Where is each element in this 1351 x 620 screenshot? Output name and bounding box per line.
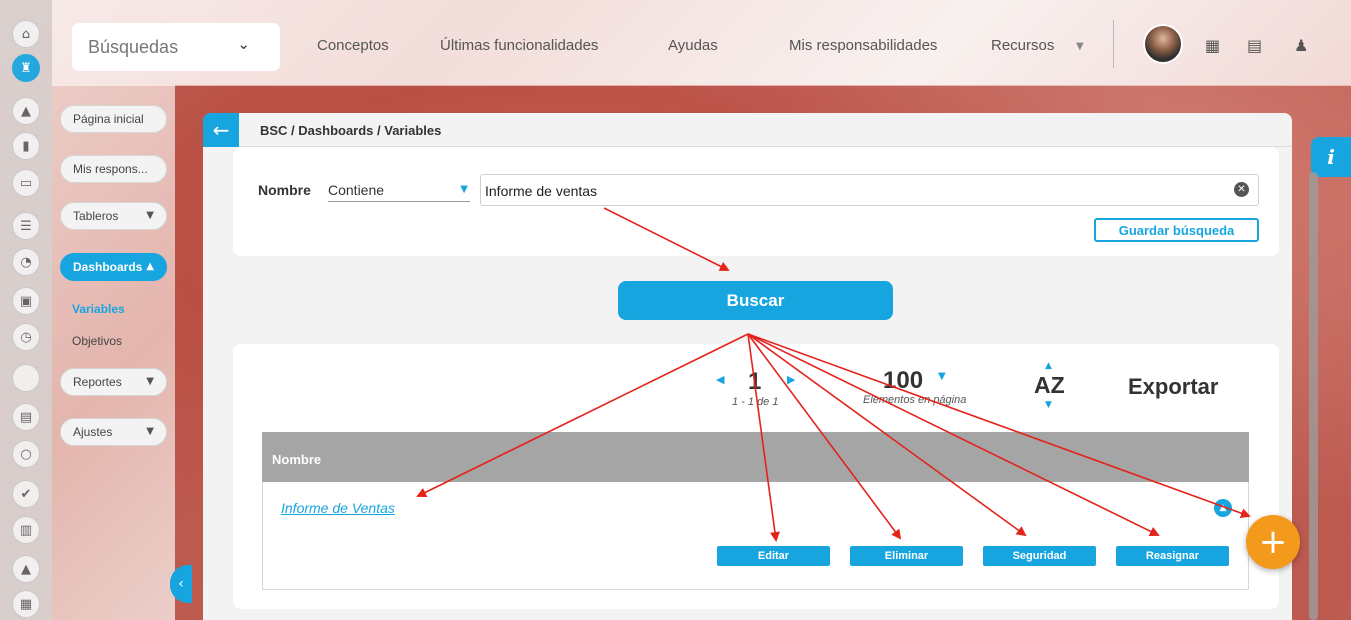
presentation-icon[interactable]: ▭	[12, 169, 40, 197]
sidebar-item-label: Página inicial	[73, 112, 144, 126]
caret-down-icon: ▼	[460, 184, 468, 195]
save-search-button[interactable]: Guardar búsqueda	[1094, 218, 1259, 242]
caret-down-icon: ▼	[146, 210, 154, 221]
sidebar-item-reports[interactable]: Reportes ▼	[60, 368, 167, 396]
sidebar-item-label: Ajustes	[73, 425, 113, 439]
nav-separator	[1113, 20, 1114, 68]
search-button[interactable]: Buscar	[618, 281, 893, 320]
filter-value-input[interactable]: Informe de ventas	[480, 174, 1259, 206]
clear-icon[interactable]: ✕	[1234, 182, 1249, 197]
nav-ayudas[interactable]: Ayudas	[668, 37, 718, 54]
avatar[interactable]	[1143, 24, 1183, 64]
pyramid-icon[interactable]: ▲	[12, 97, 40, 125]
sidebar-item-responsibilities[interactable]: Mis respons...	[60, 155, 167, 183]
operator-value: Contiene	[328, 182, 385, 198]
caret-up-icon: ▲	[146, 261, 154, 272]
nav-mis-responsabilidades[interactable]: Mis responsabilidades	[789, 37, 937, 54]
search-selector[interactable]: Búsquedas ⌄	[72, 23, 280, 71]
cycle-icon[interactable]: ○	[12, 440, 40, 468]
sort-button[interactable]: AZ	[1034, 372, 1065, 399]
edit-button[interactable]: Editar	[717, 546, 830, 566]
book-icon[interactable]: ▣	[12, 287, 40, 315]
page-number[interactable]: 1	[748, 368, 761, 396]
bar-chart-icon[interactable]: ▮	[12, 132, 40, 160]
castle-icon[interactable]: ♜	[12, 54, 40, 82]
sidebar-item-objectives[interactable]: Objetivos	[72, 334, 122, 348]
sidebar-item-variables[interactable]: Variables	[72, 302, 125, 316]
per-page-select[interactable]: 100	[883, 367, 923, 395]
table-row	[262, 482, 1249, 590]
info-icon[interactable]: i	[1311, 137, 1351, 177]
row-name-link[interactable]: Informe de Ventas	[281, 500, 395, 516]
document-icon[interactable]: ▤	[12, 403, 40, 431]
row-collapse-icon[interactable]: ▲	[1214, 499, 1232, 517]
home-icon[interactable]: ⌂	[12, 20, 40, 48]
reassign-button[interactable]: Reasignar	[1116, 546, 1229, 566]
caret-down-icon: ▼	[146, 426, 154, 437]
table-header: Nombre	[262, 432, 1249, 482]
clock-icon[interactable]: ◷	[12, 323, 40, 351]
operator-select[interactable]: Contiene ▼	[328, 176, 470, 202]
nav-conceptos[interactable]: Conceptos	[317, 37, 389, 54]
collapse-sidebar-button[interactable]: ‹	[170, 565, 192, 603]
scrollbar[interactable]	[1309, 172, 1318, 620]
calendar-icon[interactable]: ▦	[12, 590, 40, 618]
sidebar-item-label: Tableros	[73, 209, 119, 223]
page-range: 1 - 1 de 1	[732, 396, 779, 408]
per-page-label: Elementos en página	[863, 394, 967, 406]
search-selector-label: Búsquedas	[88, 36, 179, 57]
sidebar-item-label: Reportes	[73, 375, 122, 389]
list-icon[interactable]: ☰	[12, 212, 40, 240]
recursos-caret-icon[interactable]: ▼	[1076, 41, 1084, 52]
warning-icon[interactable]: ▲	[12, 555, 40, 583]
sort-up-icon[interactable]: ▲	[1045, 361, 1052, 371]
bell-icon[interactable]: ♟	[1294, 36, 1308, 55]
prev-page-icon[interactable]: ◀	[716, 373, 724, 386]
delete-button[interactable]: Eliminar	[850, 546, 963, 566]
pie-chart-icon[interactable]: ◔	[12, 248, 40, 276]
books-icon[interactable]: ▤	[1247, 36, 1262, 55]
chevron-down-icon: ⌄	[237, 35, 250, 53]
caret-down-icon: ▼	[146, 376, 154, 387]
security-button[interactable]: Seguridad	[983, 546, 1096, 566]
blank-icon[interactable]	[12, 364, 40, 392]
column-header-name[interactable]: Nombre	[272, 452, 321, 467]
sort-down-icon[interactable]: ▼	[1045, 400, 1052, 410]
back-button[interactable]: ←	[203, 113, 239, 147]
filter-field-label: Nombre	[258, 182, 311, 198]
sidebar-item-settings[interactable]: Ajustes ▼	[60, 418, 167, 446]
sidebar-item-boards[interactable]: Tableros ▼	[60, 202, 167, 230]
icon-rail: ⌂ ♜ ▲ ▮ ▭ ☰ ◔ ▣ ◷ ▤ ○ ✔ ▥ ▲ ▦	[0, 0, 52, 620]
caret-down-icon[interactable]: ▼	[938, 371, 946, 382]
next-page-icon[interactable]: ▶	[787, 373, 795, 386]
calendar-icon[interactable]: ▦	[1205, 36, 1220, 55]
check-icon[interactable]: ✔	[12, 480, 40, 508]
sidebar-item-label: Dashboards	[73, 260, 143, 274]
nav-ultimas-funcionalidades[interactable]: Últimas funcionalidades	[440, 37, 598, 54]
add-button[interactable]: +	[1246, 515, 1300, 569]
export-button[interactable]: Exportar	[1128, 374, 1218, 400]
briefcase-icon[interactable]: ▥	[12, 516, 40, 544]
sidebar-item-label: Mis respons...	[73, 162, 148, 176]
sidebar-item-home[interactable]: Página inicial	[60, 105, 167, 133]
breadcrumb: BSC / Dashboards / Variables	[260, 123, 442, 138]
sidebar-item-dashboards[interactable]: Dashboards ▲	[60, 253, 167, 281]
nav-recursos[interactable]: Recursos	[991, 37, 1054, 54]
